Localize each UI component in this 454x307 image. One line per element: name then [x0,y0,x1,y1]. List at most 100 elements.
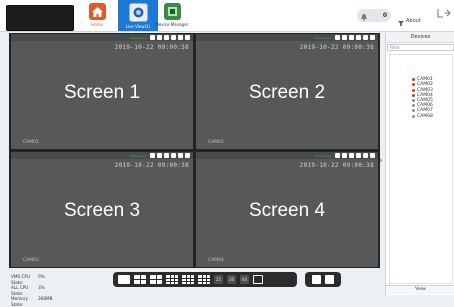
volume-icon[interactable] [363,153,368,158]
alarm-count: 0 [382,12,387,19]
camera-online-icon [412,93,415,97]
connection-status: Connected [314,153,331,158]
collapse-panel-icon[interactable]: › [379,156,383,166]
logout-icon[interactable] [437,8,451,21]
nav-device-manager-label: Device Manager [155,22,189,27]
video-cell-4[interactable]: Connected 2019-10-22 09:00:38 Screen 4 C… [196,152,378,267]
close-icon[interactable] [370,35,375,40]
layout-16-icon[interactable] [198,275,210,284]
device-manager-icon [163,3,181,20]
layout-9-icon[interactable] [182,275,194,284]
camera-online-icon [412,83,415,87]
snapshot-icon[interactable] [157,35,162,40]
settings-icon[interactable] [325,275,334,284]
connection-status: Connected [129,153,146,158]
screen-title: Screen 4 [248,200,326,221]
camera-offline-icon [412,109,415,113]
view-button[interactable]: View [386,285,454,294]
audio-icon[interactable] [164,35,169,40]
layout-1-icon[interactable] [118,275,130,284]
volume-icon[interactable] [178,153,183,158]
audio-icon[interactable] [164,153,169,158]
camera-online-icon [412,78,415,82]
cell-tools: Connected [315,34,375,41]
layout-64-button[interactable]: 64 [240,275,249,284]
camera-offline-icon [412,104,415,108]
ptz-icon[interactable] [356,153,361,158]
timestamp: 2019-10-22 09:00:38 [114,162,189,169]
nav-home[interactable]: Home [77,0,117,31]
fullscreen-icon[interactable] [253,275,263,284]
record-icon[interactable] [150,35,155,40]
timestamp: 2019-10-22 09:00:38 [114,44,189,51]
vms-cpu-value: 0% [38,274,45,279]
close-icon[interactable] [370,153,375,158]
all-cpu-label: ALL CPU State: [11,285,29,296]
audio-icon[interactable] [349,35,354,40]
connection-status: Connected [129,35,146,40]
devices-title: Devices [386,33,454,43]
screen-title: Screen 3 [63,200,141,221]
vms-cpu-label: VMS CPU State: [11,274,30,285]
video-cell-3[interactable]: Connected 2019-10-22 09:00:38 Screen 3 C… [11,152,193,267]
about-icon [398,11,404,30]
video-grid: Connected 2019-10-22 09:00:38 Screen 1 C… [9,33,380,268]
device-tree: CAM01 CAM02 CAM03 CAM04 CAM05 CAM06 CAM0… [389,54,453,284]
layout-25-button[interactable]: 25 [214,275,223,284]
nav-live-view-label: Live View(1) [125,24,151,29]
layout-4-icon[interactable] [134,275,146,284]
all-cpu-value: 3% [38,285,45,290]
camera-label: CAM04 [208,258,224,263]
camera-icon [128,3,148,22]
ptz-icon[interactable] [171,153,176,158]
ptz-icon[interactable] [171,35,176,40]
nav-device-manager[interactable]: Device Manager [152,0,192,31]
connection-status: Connected [314,35,331,40]
snapshot-icon[interactable] [342,153,347,158]
about-label: About [406,17,421,24]
screen-title: Screen 1 [63,82,141,103]
cell-tools: Connected [315,152,375,159]
camera-label: CAM01 [23,140,39,145]
camera-offline-icon [412,98,415,102]
device-filter-input[interactable]: Filter [387,44,454,51]
device-name: CAM08 [417,113,433,119]
extra-toolbar [305,272,341,287]
timestamp: 2019-10-22 09:00:38 [299,44,374,51]
snapshot-icon[interactable] [157,153,162,158]
layout-36-button[interactable]: 36 [227,275,236,284]
record-icon[interactable] [335,35,340,40]
snapshot-icon[interactable] [342,35,347,40]
timestamp: 2019-10-22 09:00:38 [299,162,374,169]
alarm-indicator[interactable]: 0 [357,9,391,22]
nav-home-label: Home [91,22,103,27]
layout-toolbar: 25 36 64 [113,272,297,287]
memory-value: 368MB [38,296,53,301]
save-layout-icon[interactable] [312,275,321,284]
close-icon[interactable] [185,153,190,158]
volume-icon[interactable] [363,35,368,40]
audio-icon[interactable] [349,153,354,158]
record-icon[interactable] [335,153,340,158]
close-icon[interactable] [185,35,190,40]
camera-online-icon [412,88,415,92]
record-icon[interactable] [150,153,155,158]
about-button[interactable]: About [398,11,421,30]
memory-label: Memory State: [11,296,29,307]
video-cell-1[interactable]: Connected 2019-10-22 09:00:38 Screen 1 C… [11,34,193,149]
system-status: VMS CPU State: 0% ALL CPU State: 3% Memory… [11,274,52,307]
layout-8-icon[interactable] [166,275,178,284]
volume-icon[interactable] [178,35,183,40]
home-icon [88,3,106,20]
devices-panel: Devices Filter CAM01 CAM02 CAM03 CAM04 C… [385,33,454,295]
layout-6-icon[interactable] [150,275,162,284]
top-bar: Home Live View(1) Device Manager 0 About [0,0,454,32]
cell-tools: Connected [130,34,190,41]
ptz-icon[interactable] [356,35,361,40]
video-cell-2[interactable]: Connected 2019-10-22 09:00:38 Screen 2 C… [196,34,378,149]
camera-label: CAM03 [23,258,39,263]
cell-tools: Connected [130,152,190,159]
device-item-cam08[interactable]: CAM08 [390,114,452,119]
camera-label: CAM02 [208,140,224,145]
bell-icon [361,6,367,25]
